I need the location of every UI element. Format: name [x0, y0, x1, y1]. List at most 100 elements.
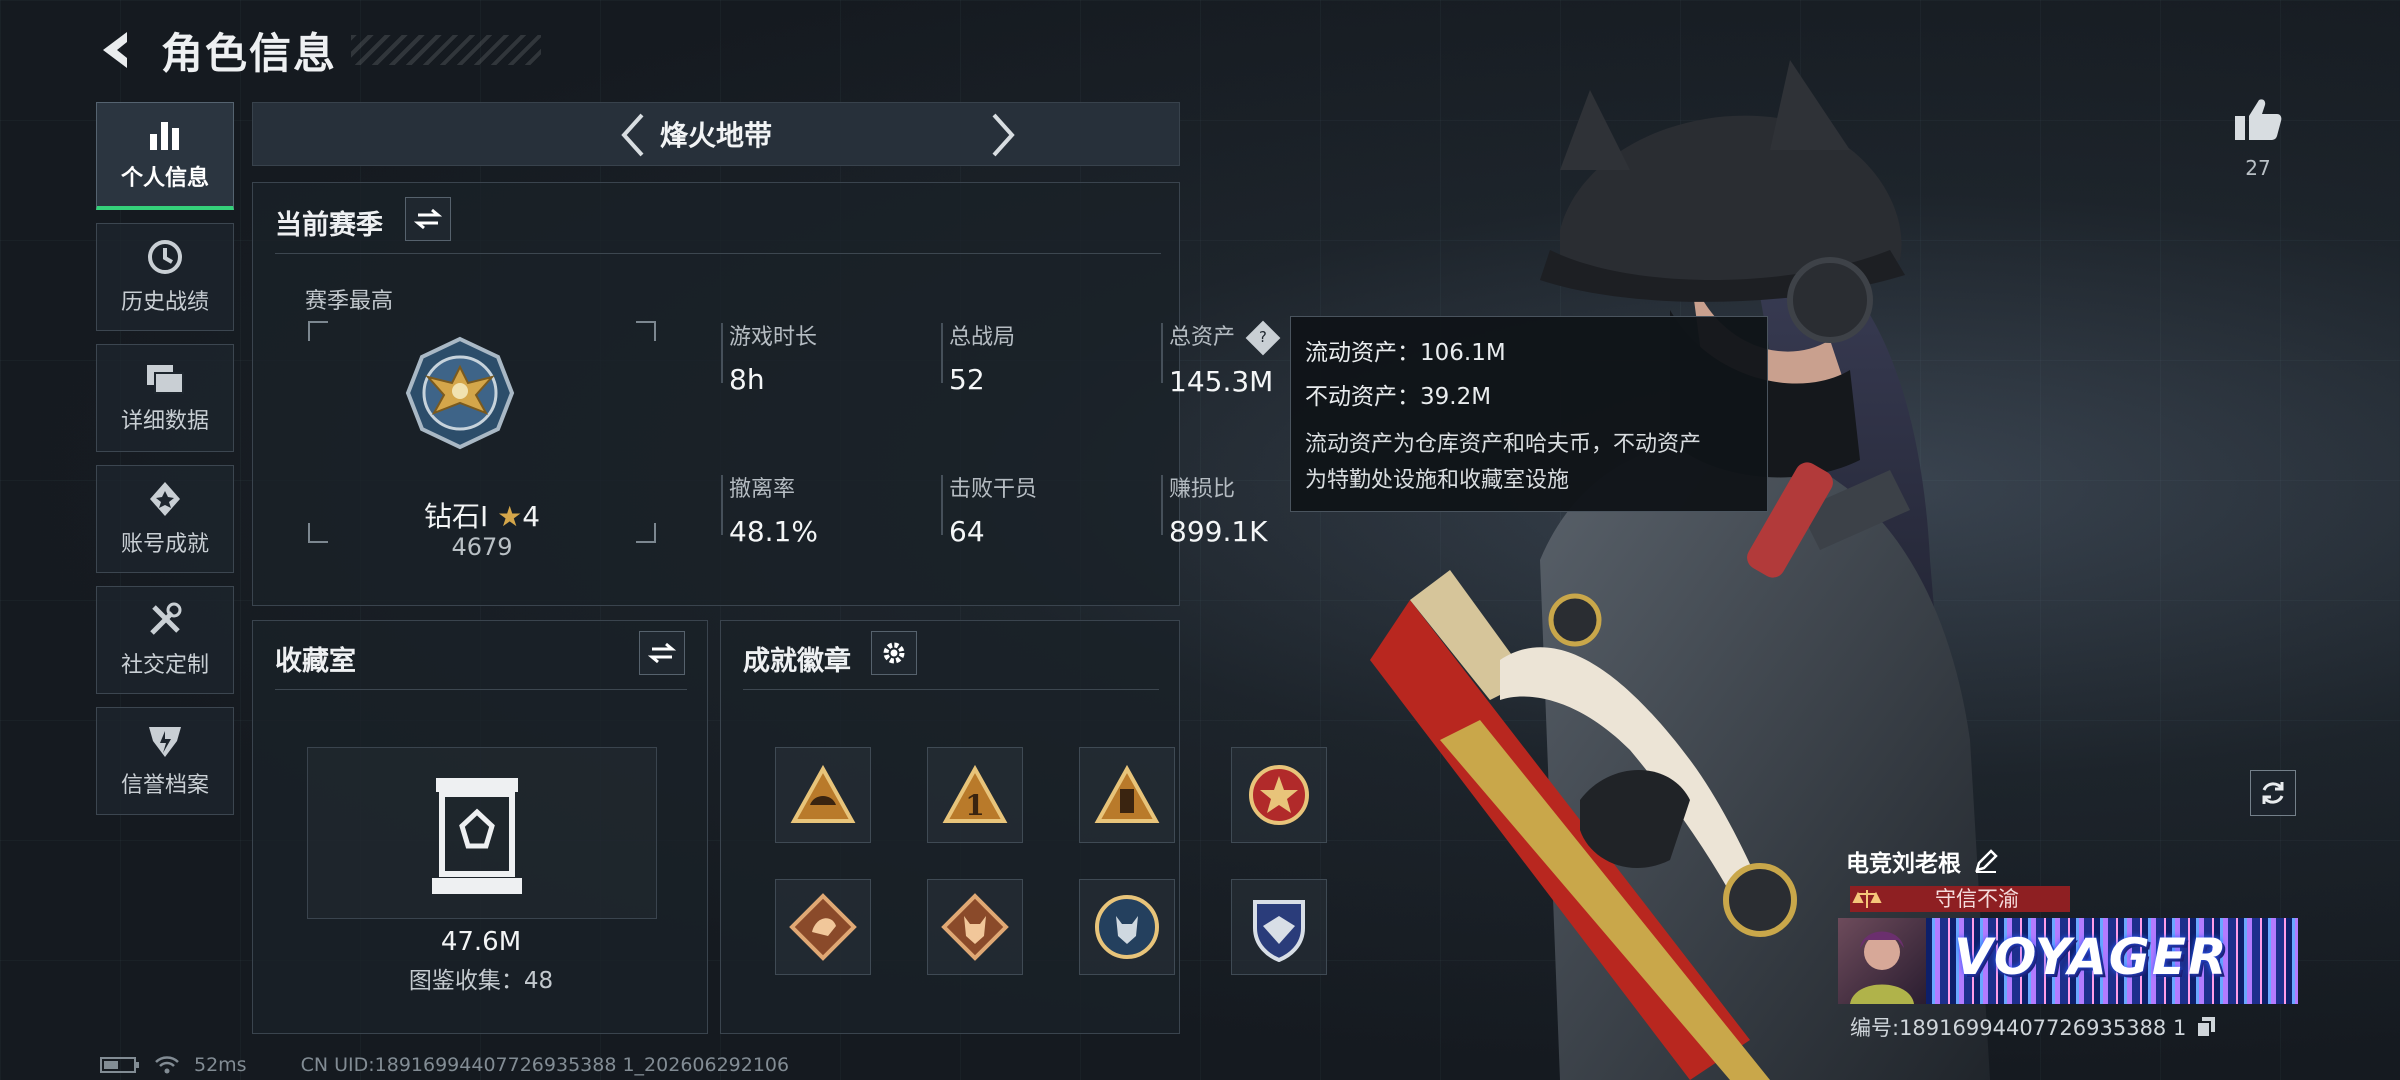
sidebar-item-label: 详细数据	[120, 409, 209, 434]
sidebar-item-label: 社交定制	[120, 653, 209, 678]
gear-icon	[883, 642, 905, 664]
history-clock-icon	[148, 240, 182, 274]
sidebar-item-label: 信誉档案	[120, 773, 209, 798]
sidebar-item-detailed-data[interactable]: 详细数据	[96, 344, 234, 452]
sidebar-item-label: 个人信息	[120, 165, 209, 191]
stat-value: 48.1%	[729, 515, 818, 548]
stat-play-time: 游戏时长 8h	[721, 319, 929, 396]
stat-extract-rate: 撤离率 48.1%	[721, 471, 929, 548]
stat-label: 击败干员	[949, 477, 1038, 502]
tools-icon	[150, 602, 182, 635]
season-best-label: 赛季最高	[305, 289, 394, 314]
achievements-settings-button[interactable]	[871, 631, 917, 675]
scales-icon	[1850, 886, 1884, 912]
back-arrow-icon[interactable]	[95, 28, 139, 72]
stat-value: 52	[949, 363, 985, 396]
swap-arrows-icon	[648, 642, 676, 664]
assets-tooltip: 流动资产：106.1M 不动资产：39.2M 流动资产为仓库资产和哈夫币，不动资…	[1290, 316, 1768, 512]
eagle-shield-badge-icon[interactable]	[1231, 879, 1327, 975]
season-switch-button[interactable]	[405, 197, 451, 241]
sidebar-item-label: 历史战绩	[120, 290, 209, 315]
prev-mode-arrow-icon[interactable]	[611, 113, 655, 157]
copy-icon[interactable]	[2196, 1016, 2216, 1038]
refresh-button[interactable]	[2250, 770, 2296, 816]
rank-name: 钻石I	[423, 500, 489, 533]
like-count: 27	[2245, 156, 2271, 180]
status-bar: 52ms CN UID:18916994407726935388 1_20260…	[100, 1054, 789, 1076]
next-mode-arrow-icon[interactable]	[981, 113, 1025, 157]
ping-value: 52ms	[194, 1054, 247, 1076]
rank-frame: 钻石I ★4 4679	[308, 321, 656, 561]
sidebar-item-reputation[interactable]: 信誉档案	[96, 707, 234, 815]
player-card[interactable]: VOYAGER	[1838, 918, 2298, 1004]
collection-room-panel[interactable]: 收藏室 47.6M 图鉴收集：48	[252, 620, 708, 1034]
rank-stars: 4	[522, 500, 541, 533]
wolf-round-badge-icon[interactable]	[1079, 879, 1175, 975]
thumbs-up-icon	[2235, 99, 2282, 140]
rank-name-line: 钻石I ★4	[308, 495, 656, 535]
shield-emblem-icon	[149, 727, 181, 757]
stat-label: 撤离率	[729, 477, 796, 502]
swap-arrows-icon	[414, 208, 442, 230]
battery-icon	[100, 1057, 139, 1073]
folders-icon	[147, 365, 184, 394]
sidebar-item-history[interactable]: 历史战绩	[96, 223, 234, 331]
top-bar: 角色信息	[95, 20, 542, 80]
tooltip-desc-line: 为特勤处设施和收藏室设施	[1305, 468, 1570, 493]
mode-selector: 烽火地带	[252, 102, 1180, 166]
rank-score: 4679	[451, 533, 513, 561]
achievements-divider	[743, 689, 1159, 690]
achievement-icon	[150, 482, 180, 516]
edit-pencil-icon[interactable]	[1973, 848, 1999, 874]
sidebar-item-achievements[interactable]: 账号成就	[96, 465, 234, 573]
dragon-diamond-badge-icon[interactable]	[775, 879, 871, 975]
bar-chart-icon	[150, 121, 179, 150]
number-one-triangle-badge-icon[interactable]: 1	[927, 747, 1023, 843]
achievement-badges-panel[interactable]: 成就徽章 1	[720, 620, 1327, 1034]
avatar[interactable]	[1838, 918, 1926, 1004]
like-widget[interactable]: 27	[2228, 96, 2288, 180]
collection-count: 图鉴收集：48	[408, 968, 554, 994]
title-decoration	[351, 35, 542, 65]
sidebar-item-social[interactable]: 社交定制	[96, 586, 234, 694]
player-name-row: 电竞刘老根	[1846, 844, 1999, 878]
star-medal-badge-icon[interactable]	[1231, 747, 1327, 843]
sidebar-item-label: 账号成就	[120, 532, 209, 557]
stat-operators-defeated: 击败干员 64	[941, 471, 1149, 548]
star-icon: ★	[497, 500, 523, 533]
mode-title: 烽火地带	[659, 119, 772, 152]
trust-badge: 守信不渝	[1850, 884, 2070, 914]
display-case-icon	[432, 778, 522, 894]
wifi-icon	[155, 1056, 179, 1074]
current-season-panel: 当前赛季 赛季最高 钻石I ★4 4679 游戏时长 8h 总战局 52 总资产…	[252, 182, 1281, 606]
help-question-icon[interactable]: ?	[1245, 320, 1281, 356]
collection-divider	[275, 689, 687, 690]
refresh-icon	[2262, 782, 2284, 804]
collection-title: 收藏室	[275, 646, 356, 677]
sidebar-item-personal-info[interactable]: 个人信息	[96, 102, 234, 210]
collection-value: 47.6M	[440, 927, 522, 957]
stat-label: 总战局	[949, 325, 1016, 350]
diamond-rank-eagle-icon	[405, 336, 515, 450]
uid-text: CN UID:18916994407726935388 1_2026062921…	[300, 1054, 790, 1076]
page-title: 角色信息	[161, 28, 338, 78]
collection-switch-button[interactable]	[639, 631, 685, 675]
svg-text:1: 1	[965, 789, 984, 822]
banner-text: VOYAGER	[1954, 928, 2229, 986]
stat-label: 游戏时长	[729, 325, 818, 350]
stat-value: 8h	[729, 363, 765, 396]
wolf-diamond-badge-icon[interactable]	[927, 879, 1023, 975]
tooltip-fixed-assets: 不动资产：39.2M	[1305, 384, 1492, 410]
tooltip-liquid-assets: 流动资产：106.1M	[1305, 340, 1506, 366]
hat-triangle-badge-icon[interactable]	[775, 747, 871, 843]
sidebar: 个人信息 历史战绩 详细数据 账号成就 社交定制 信誉档案	[96, 102, 234, 828]
stat-total-matches: 总战局 52	[941, 319, 1149, 396]
achievements-title: 成就徽章	[743, 646, 851, 677]
trust-label: 守信不渝	[1884, 886, 2070, 912]
player-banner: VOYAGER	[1926, 918, 2298, 1004]
season-divider	[275, 253, 1161, 254]
stat-value: 64	[949, 515, 985, 548]
tooltip-desc-line: 流动资产为仓库资产和哈夫币，不动资产	[1305, 432, 1702, 457]
tower-triangle-badge-icon[interactable]	[1079, 747, 1175, 843]
player-name: 电竞刘老根	[1846, 851, 1961, 877]
